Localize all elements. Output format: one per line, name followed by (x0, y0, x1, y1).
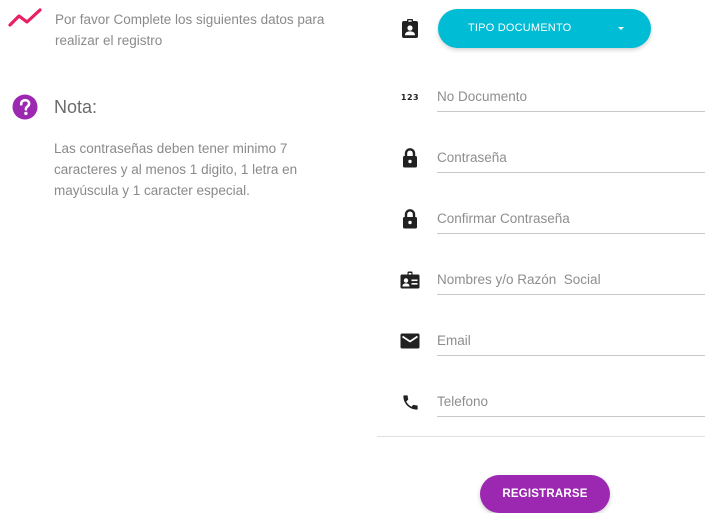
intro-text: Por favor Complete los siguientes datos … (55, 12, 325, 48)
clipboard-account-icon (399, 17, 421, 39)
help-circle-icon (12, 94, 38, 120)
phone-input[interactable]: Telefono (437, 390, 705, 417)
confirm-password-input[interactable]: Confirmar Contraseña (437, 207, 705, 234)
email-input[interactable]: Email (437, 329, 705, 356)
lock-icon (399, 147, 421, 169)
document-type-label: TIPO DOCUMENTO (468, 22, 572, 34)
note-text: Las contraseñas deben tener minimo 7 car… (54, 141, 298, 198)
document-number-input[interactable]: No Documento (437, 85, 705, 112)
phone-placeholder: Telefono (437, 394, 489, 409)
lock-icon (399, 208, 421, 230)
name-business-input[interactable]: Nombres y/o Razón Social (437, 268, 705, 295)
form-divider (377, 436, 705, 437)
email-icon (399, 330, 421, 352)
trending-up-icon (8, 8, 42, 27)
confirm-password-placeholder: Confirmar Contraseña (437, 211, 570, 226)
phone-icon (399, 391, 421, 413)
caret-down-icon (618, 27, 624, 30)
document-number-placeholder: No Documento (437, 89, 528, 104)
note-title: Nota: (54, 97, 98, 117)
name-business-placeholder: Nombres y/o Razón Social (437, 272, 601, 287)
email-placeholder: Email (437, 333, 471, 348)
register-button[interactable]: REGISTRARSE (480, 475, 610, 513)
password-placeholder: Contraseña (437, 150, 507, 165)
numeric-icon: 123 (400, 92, 420, 102)
password-input[interactable]: Contraseña (437, 146, 705, 173)
account-box-icon (399, 269, 421, 291)
document-type-select[interactable]: TIPO DOCUMENTO (438, 9, 651, 48)
